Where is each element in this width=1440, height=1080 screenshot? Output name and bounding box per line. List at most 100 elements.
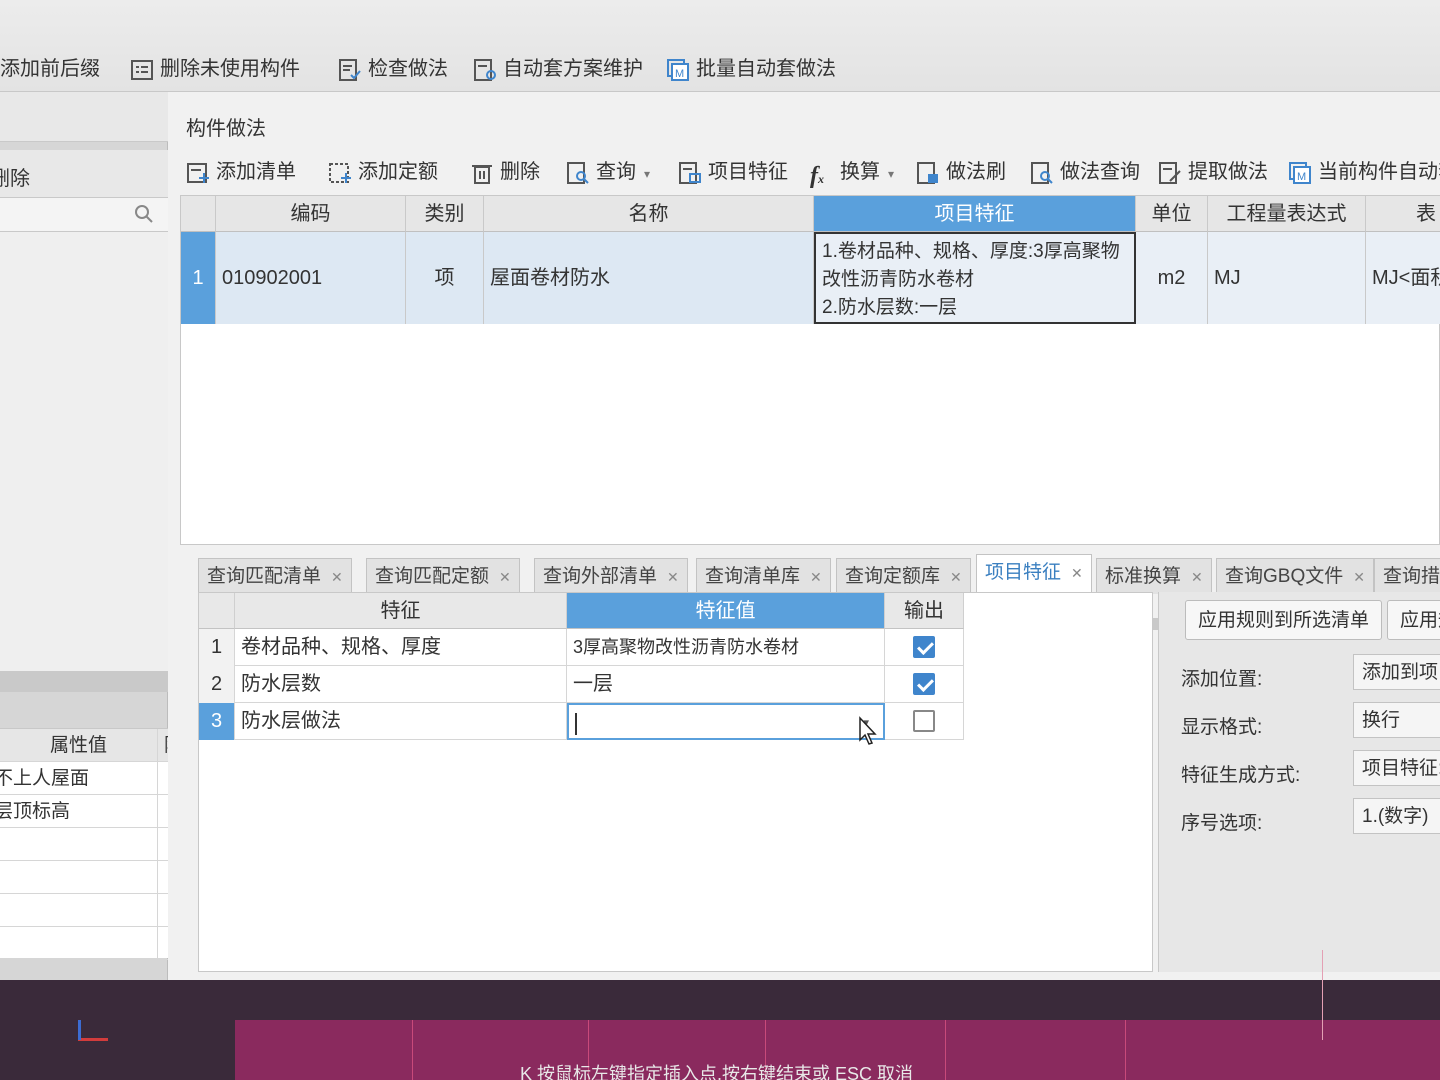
output-checkbox[interactable] bbox=[913, 710, 935, 732]
add-bill-button[interactable]: 添加清单 bbox=[186, 157, 296, 187]
batch-auto-button[interactable]: M 批量自动套做法 bbox=[666, 52, 836, 86]
property-value[interactable]: 层顶标高 bbox=[0, 795, 158, 828]
output-cell[interactable] bbox=[885, 703, 964, 740]
method-brush-button[interactable]: 做法刷 bbox=[916, 157, 1006, 187]
add-quota-button[interactable]: 添加定额 bbox=[328, 157, 438, 187]
function-icon: fx bbox=[810, 162, 824, 189]
method-query-button[interactable]: 做法查询 bbox=[1030, 157, 1140, 187]
query-icon bbox=[566, 161, 590, 185]
item-feature-button[interactable]: 项目特征 bbox=[678, 157, 788, 187]
trash-icon bbox=[470, 161, 494, 185]
feature-value-cell[interactable]: 3厚高聚物改性沥青防水卷材 bbox=[567, 629, 885, 666]
add-bill-label: 添加清单 bbox=[216, 161, 296, 183]
category-column-header[interactable]: 类别 bbox=[406, 196, 484, 232]
add-position-select[interactable]: 添加到项目 bbox=[1353, 654, 1440, 690]
feature-column-header[interactable]: 特征 bbox=[235, 593, 567, 629]
output-cell[interactable] bbox=[885, 629, 964, 666]
extract-method-button[interactable]: 提取做法 bbox=[1158, 157, 1268, 187]
table-row[interactable]: 3 防水层做法 ▾ bbox=[199, 703, 964, 740]
display-format-select[interactable]: 换行 bbox=[1353, 702, 1440, 738]
query-button[interactable]: 查询 ▾ bbox=[566, 157, 650, 187]
expression-column-header[interactable]: 工程量表达式 bbox=[1208, 196, 1366, 232]
table-row[interactable]: 2 防水层数 一层 bbox=[199, 666, 964, 703]
delete-unused-button[interactable]: 删除未使用构件 bbox=[130, 52, 300, 86]
close-icon[interactable]: ✕ bbox=[331, 569, 343, 585]
feature-column-header[interactable]: 项目特征 bbox=[814, 196, 1136, 232]
expression-detail-cell[interactable]: MJ<面积 bbox=[1366, 232, 1440, 324]
auto-apply-current-button[interactable]: M 当前构件自动套 bbox=[1288, 157, 1440, 187]
tab-query-external-bill[interactable]: 查询外部清单 ✕ bbox=[534, 558, 688, 594]
auto-scheme-button[interactable]: 自动套方案维护 bbox=[473, 52, 643, 86]
close-icon[interactable]: ✕ bbox=[499, 569, 511, 585]
method-toolbar: 添加清单 添加定额 删除 查询 ▾ 项目特征 fx 换算 ▾ 做法刷 做法查询 提取做… bbox=[168, 147, 1440, 197]
feature-value-column-header[interactable]: 特征值 bbox=[567, 593, 885, 629]
sequence-option-select[interactable]: 1.(数字) bbox=[1353, 798, 1440, 834]
property-value[interactable] bbox=[0, 828, 158, 861]
row-number[interactable]: 3 bbox=[199, 703, 235, 740]
left-panel-header bbox=[0, 92, 168, 142]
unit-cell[interactable]: m2 bbox=[1136, 232, 1208, 324]
close-icon[interactable]: ✕ bbox=[950, 569, 962, 585]
output-column-header[interactable]: 输出 bbox=[885, 593, 964, 629]
component-tree[interactable] bbox=[0, 232, 168, 672]
code-column-header[interactable]: 编码 bbox=[216, 196, 406, 232]
feature-name-cell[interactable]: 防水层做法 bbox=[235, 703, 567, 740]
dropdown-arrow-icon[interactable]: ▾ bbox=[644, 167, 650, 181]
feature-table: 特征 特征值 输出 1 卷材品种、规格、厚度 3厚高聚物改性沥青防水卷材 2 防… bbox=[198, 592, 1153, 972]
dropdown-arrow-icon[interactable]: ▾ bbox=[888, 167, 894, 181]
tab-query-quota-library[interactable]: 查询定额库 ✕ bbox=[836, 558, 971, 594]
row-number[interactable]: 2 bbox=[199, 666, 235, 703]
left-splitter[interactable] bbox=[0, 672, 168, 692]
add-position-label: 添加位置: bbox=[1181, 669, 1263, 690]
text-caret bbox=[575, 712, 577, 735]
add-prefix-suffix-button[interactable]: 添加前后缀 bbox=[0, 52, 100, 86]
tab-query-measures[interactable]: 查询措 bbox=[1374, 558, 1440, 594]
feature-cell[interactable]: 1.卷材品种、规格、厚度:3厚高聚物改性沥青防水卷材 2.防水层数:一层 bbox=[814, 232, 1136, 324]
list-icon bbox=[130, 58, 154, 82]
search-icon[interactable] bbox=[134, 204, 154, 230]
close-icon[interactable]: ✕ bbox=[667, 569, 679, 585]
display-format-label: 显示格式: bbox=[1181, 717, 1263, 738]
row-number[interactable]: 1 bbox=[181, 232, 216, 324]
left-delete-button[interactable]: 删除 bbox=[0, 150, 168, 198]
add-prefix-suffix-label: 添加前后缀 bbox=[0, 58, 100, 80]
close-icon[interactable]: ✕ bbox=[1071, 565, 1083, 581]
delete-button[interactable]: 删除 bbox=[470, 157, 540, 187]
feature-name-cell[interactable]: 防水层数 bbox=[235, 666, 567, 703]
close-icon[interactable]: ✕ bbox=[1353, 569, 1365, 585]
category-cell[interactable]: 项 bbox=[406, 232, 484, 324]
row-number[interactable]: 1 bbox=[199, 629, 235, 666]
check-method-button[interactable]: 检查做法 bbox=[338, 52, 448, 86]
output-cell[interactable] bbox=[885, 666, 964, 703]
property-value[interactable]: 不上人屋面 bbox=[0, 762, 158, 795]
expression-detail-column-header[interactable]: 表 bbox=[1366, 196, 1440, 232]
tab-standard-conversion[interactable]: 标准换算 ✕ bbox=[1096, 558, 1212, 594]
tab-query-match-quota[interactable]: 查询匹配定额 ✕ bbox=[366, 558, 520, 594]
tab-query-gbq-file[interactable]: 查询GBQ文件 ✕ bbox=[1216, 558, 1374, 594]
output-checkbox[interactable] bbox=[913, 636, 935, 658]
code-cell[interactable]: 010902001 bbox=[216, 232, 406, 324]
feature-name-cell[interactable]: 卷材品种、规格、厚度 bbox=[235, 629, 567, 666]
feature-value-cell[interactable]: 一层 bbox=[567, 666, 885, 703]
mouse-cursor-icon bbox=[858, 716, 878, 752]
left-search-input[interactable] bbox=[0, 198, 168, 232]
tab-item-feature[interactable]: 项目特征 ✕ bbox=[976, 554, 1092, 594]
convert-button[interactable]: fx 换算 ▾ bbox=[810, 157, 894, 189]
output-checkbox[interactable] bbox=[913, 673, 935, 695]
close-icon[interactable]: ✕ bbox=[810, 569, 822, 585]
tab-query-match-bill[interactable]: 查询匹配清单 ✕ bbox=[198, 558, 352, 594]
unit-column-header[interactable]: 单位 bbox=[1136, 196, 1208, 232]
expression-cell[interactable]: MJ bbox=[1208, 232, 1366, 324]
table-row[interactable]: 1 卷材品种、规格、厚度 3厚高聚物改性沥青防水卷材 bbox=[199, 629, 964, 666]
name-column-header[interactable]: 名称 bbox=[484, 196, 814, 232]
options-panel: 应用规则到所选清单 应用规 添加位置: 添加到项目 显示格式: 换行 特征生成方… bbox=[1158, 592, 1440, 972]
apply-rule-selected-button[interactable]: 应用规则到所选清单 bbox=[1185, 600, 1383, 640]
tab-query-bill-library[interactable]: 查询清单库 ✕ bbox=[696, 558, 831, 594]
close-icon[interactable]: ✕ bbox=[1191, 569, 1203, 585]
name-cell[interactable]: 屋面卷材防水 bbox=[484, 232, 814, 324]
cad-canvas[interactable]: K 按鼠标左键指定插入点,按右键结束或 ESC 取消 bbox=[0, 980, 1440, 1080]
auto-scheme-label: 自动套方案维护 bbox=[503, 58, 643, 80]
apply-rule-all-button[interactable]: 应用规 bbox=[1387, 600, 1440, 640]
feature-generation-select[interactable]: 项目特征: bbox=[1353, 750, 1440, 786]
feature-value-editor[interactable]: ▾ bbox=[567, 703, 885, 740]
